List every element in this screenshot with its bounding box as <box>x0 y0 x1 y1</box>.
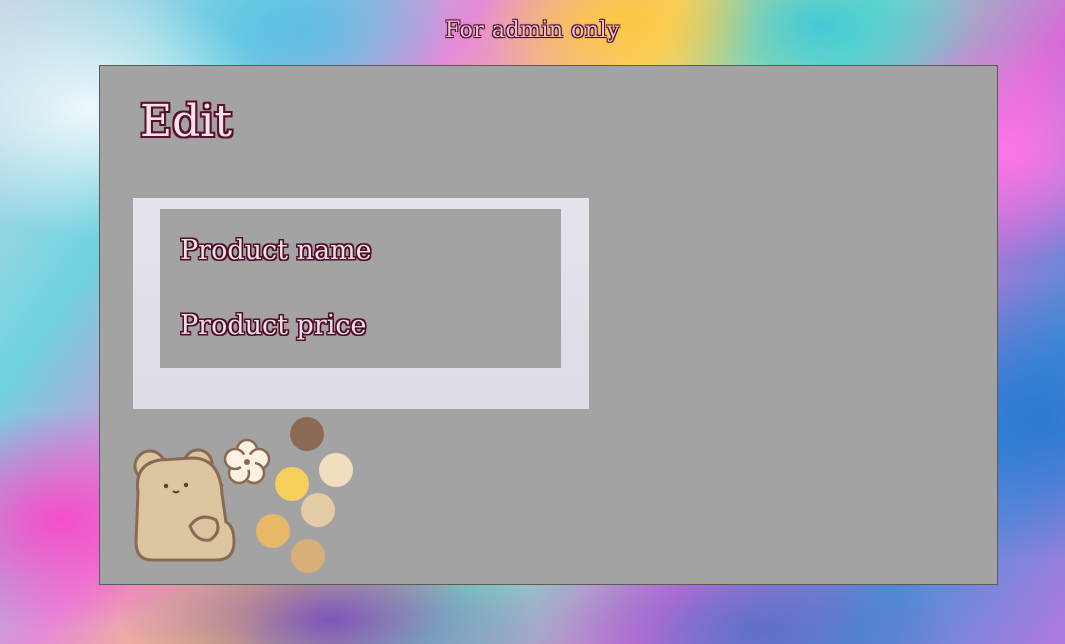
admin-only-label: For admin only <box>445 18 620 43</box>
edit-panel: Edit Product name Product price <box>99 65 998 585</box>
product-form: Product name Product price <box>160 209 561 368</box>
product-price-label[interactable]: Product price <box>180 310 366 341</box>
product-name-label[interactable]: Product name <box>180 235 372 266</box>
product-form-frame: Product name Product price <box>133 198 589 409</box>
bear-with-flower-sticker-icon <box>133 417 353 573</box>
page-title: Edit <box>140 96 233 147</box>
